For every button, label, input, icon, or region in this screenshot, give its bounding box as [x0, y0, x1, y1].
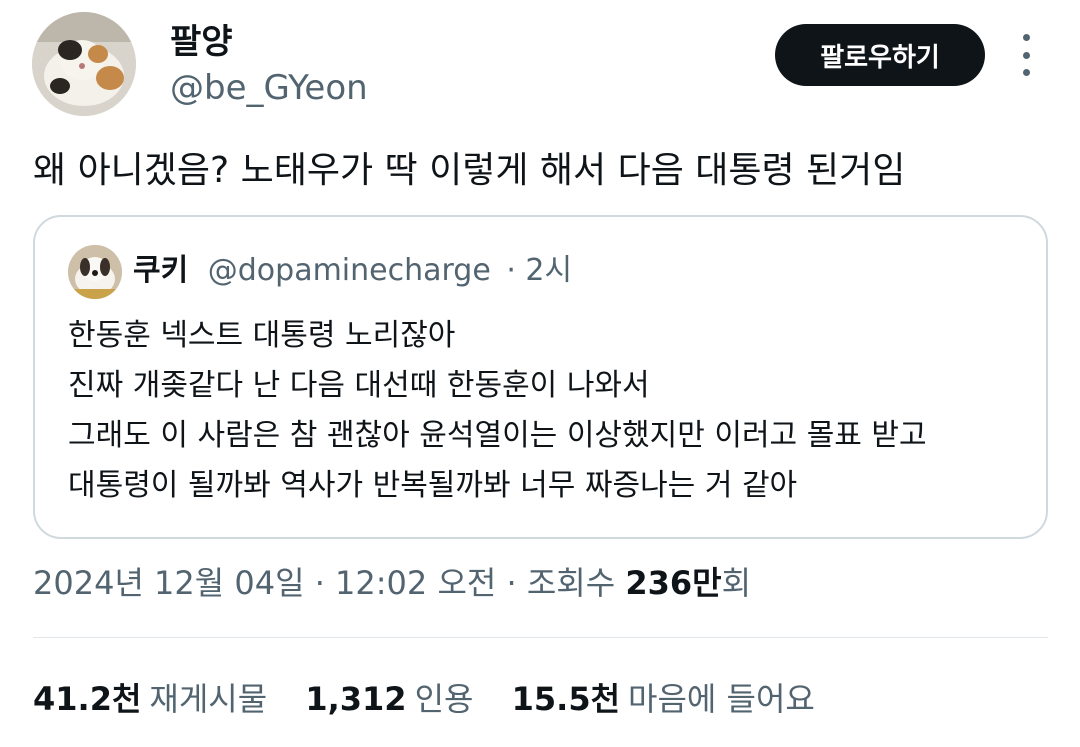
tweet-metadata: 2024년 12월 04일 · 12:02 오전 · 조회수 236만회	[33, 558, 751, 608]
quoted-handle[interactable]: @dopaminecharge	[208, 253, 491, 288]
reposts-count: 41.2천	[33, 680, 142, 718]
quoted-display-name[interactable]: 쿠키	[133, 253, 188, 288]
quoted-time[interactable]: · 2시	[506, 253, 572, 288]
quoted-text-line: 대통령이 될까봐 역사가 반복될까봐 너무 짜증나는 거 같아	[68, 468, 798, 503]
view-count: 236만	[625, 564, 722, 602]
quotes-count: 1,312	[305, 680, 407, 718]
dog-avatar-icon	[68, 245, 122, 299]
quotes-label: 인용	[414, 680, 474, 718]
more-vertical-icon-dot	[1022, 51, 1030, 59]
quoted-text: 한동훈 넥스트 대통령 노리잖아 진짜 개좆같다 난 다음 대선때 한동훈이 나…	[68, 311, 927, 511]
quoted-header: 쿠키 @dopaminecharge · 2시	[133, 249, 572, 293]
quoted-text-line: 한동훈 넥스트 대통령 노리잖아	[68, 318, 456, 353]
likes-label: 마음에 들어요	[628, 680, 815, 718]
more-vertical-icon	[1022, 34, 1030, 41]
quoted-text-line: 그래도 이 사람은 참 괜찮아 윤석열이는 이상했지만 이러고 몰표 받고	[68, 418, 927, 453]
quoted-author-avatar[interactable]	[68, 245, 122, 299]
tweet-timestamp[interactable]: 2024년 12월 04일 · 12:02 오전 · 조회수	[33, 564, 615, 602]
divider	[33, 637, 1048, 638]
likes-stat[interactable]: 15.5천 마음에 들어요	[512, 674, 815, 724]
quotes-stat[interactable]: 1,312 인용	[305, 674, 473, 724]
quoted-text-line: 진짜 개좆같다 난 다음 대선때 한동훈이 나와서	[68, 368, 650, 403]
author-avatar[interactable]	[32, 12, 136, 116]
likes-count: 15.5천	[511, 680, 621, 718]
quoted-tweet[interactable]: 쿠키 @dopaminecharge · 2시 한동훈 넥스트 대통령 노리잖아…	[33, 215, 1048, 539]
more-vertical-icon-dot	[1022, 69, 1030, 76]
reposts-label: 재게시물	[149, 680, 268, 718]
reposts-stat[interactable]: 41.2천 재게시물	[33, 674, 267, 724]
more-options-button[interactable]	[1014, 34, 1038, 76]
cat-avatar-icon	[32, 12, 136, 116]
view-count-suffix: 회	[721, 564, 752, 602]
author-display-name[interactable]: 팔양	[170, 20, 233, 64]
engagement-stats: 41.2천 재게시물 1,312 인용 15.5천 마음에 들어요	[33, 674, 843, 724]
tweet-text: 왜 아니겠음? 노태우가 딱 이렇게 해서 다음 대통령 된거임	[33, 150, 906, 191]
follow-button[interactable]: 팔로우하기	[775, 24, 985, 86]
tweet-detail: 팔양 @be_GYeon 팔로우하기 왜 아니겠음? 노태우가 딱 이렇게 해서…	[0, 0, 1080, 747]
author-handle[interactable]: @be_GYeon	[170, 66, 368, 110]
